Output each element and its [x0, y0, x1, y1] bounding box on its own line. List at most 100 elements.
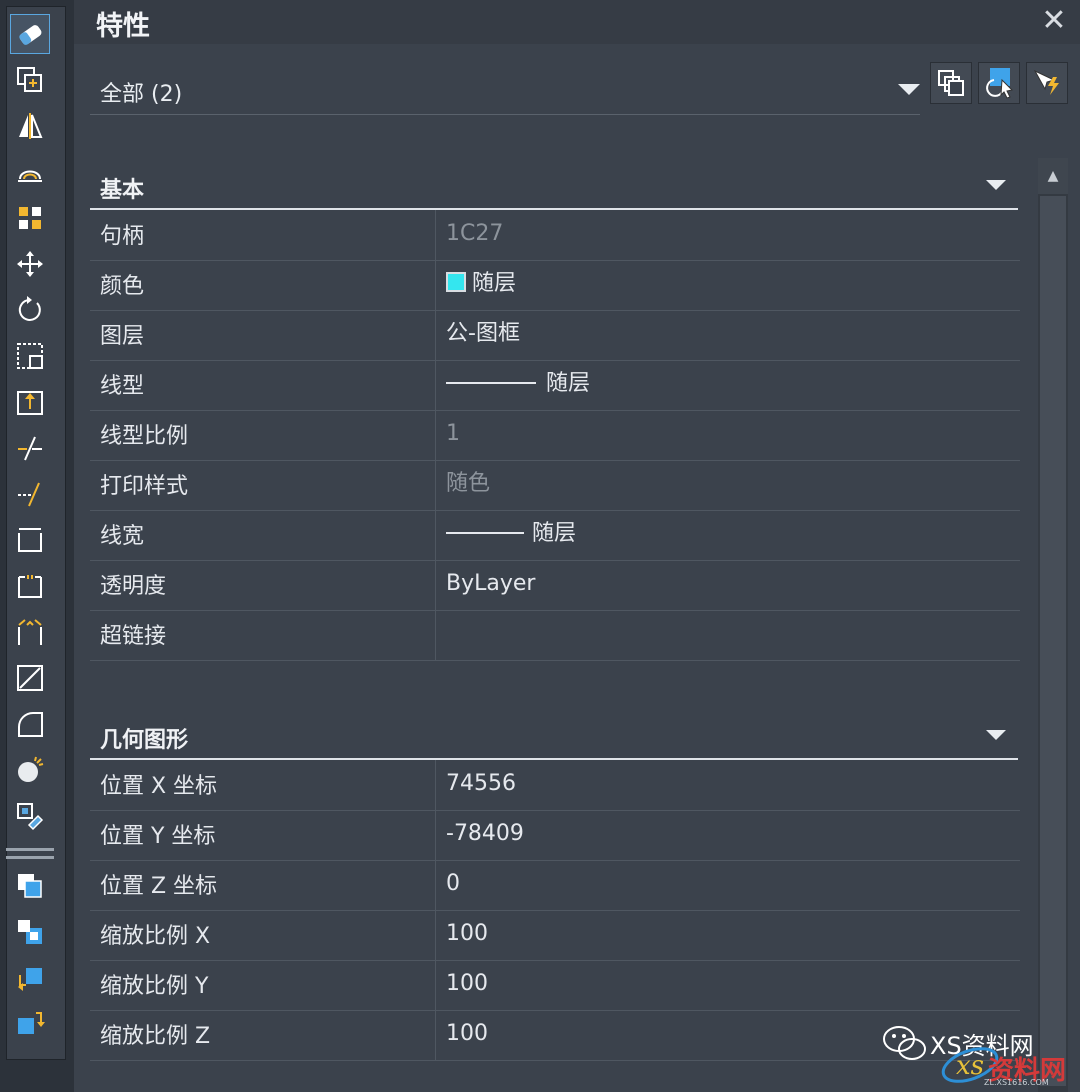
- toolbar-separator: [6, 848, 54, 851]
- property-label: 图层: [90, 310, 436, 360]
- property-label: 透明度: [90, 560, 436, 610]
- quick-select-icon: [1033, 69, 1059, 95]
- bring-to-front-icon[interactable]: [10, 866, 50, 906]
- property-row-scale-x[interactable]: 缩放比例 X 100: [90, 910, 1020, 961]
- offset-icon[interactable]: [10, 152, 50, 192]
- property-value[interactable]: 100: [446, 960, 488, 1010]
- selection-dropdown[interactable]: 全部 (2): [90, 66, 920, 115]
- lineweight-preview: [446, 532, 524, 534]
- property-value: 1C27: [446, 221, 504, 246]
- lineweight-value: 随层: [532, 521, 577, 546]
- close-icon[interactable]: ✕: [1038, 6, 1070, 38]
- property-value[interactable]: 100: [446, 910, 488, 960]
- join-icon[interactable]: [10, 612, 50, 652]
- linetype-value: 随层: [546, 371, 591, 396]
- bring-above-icon[interactable]: [10, 958, 50, 998]
- collapse-caret-icon[interactable]: [986, 180, 1006, 190]
- property-value[interactable]: 100: [446, 1010, 488, 1060]
- erase-icon[interactable]: [10, 14, 50, 54]
- watermark: XS资料网 xs 资料网 ZL.XS1616.COM: [880, 1018, 1076, 1088]
- property-row-hyperlink[interactable]: 超链接: [90, 610, 1020, 661]
- property-value: 随色: [446, 471, 491, 496]
- property-value-linetype[interactable]: 随层: [446, 360, 590, 410]
- wechat-icon: [883, 1026, 926, 1060]
- property-row-linetype[interactable]: 线型 随层: [90, 360, 1020, 411]
- section-geometry-title: 几何图形: [100, 728, 189, 753]
- property-value-lineweight[interactable]: 随层: [446, 510, 576, 560]
- send-to-back-icon[interactable]: [10, 912, 50, 952]
- property-row-position-x[interactable]: 位置 X 坐标 74556: [90, 760, 1020, 811]
- color-value: 随层: [472, 271, 517, 296]
- scale-icon[interactable]: [10, 336, 50, 376]
- properties-panel: 全部 (2) ▲ 基本 句柄 1C27 颜色 随层 图层 公-图框 线型 随层 …: [74, 44, 1080, 1092]
- property-value[interactable]: 公-图框: [446, 310, 520, 360]
- section-basic-title: 基本: [100, 178, 145, 203]
- send-under-icon[interactable]: [10, 1004, 50, 1044]
- property-row-transparency[interactable]: 透明度 ByLayer: [90, 560, 1020, 611]
- explode-icon[interactable]: [10, 750, 50, 790]
- array-icon[interactable]: [10, 198, 50, 238]
- trim-icon[interactable]: [10, 428, 50, 468]
- color-swatch: [446, 272, 466, 292]
- stretch-icon[interactable]: [10, 382, 50, 422]
- edit-block-icon[interactable]: [10, 796, 50, 836]
- property-label: 超链接: [90, 610, 436, 660]
- property-row-scale-y[interactable]: 缩放比例 Y 100: [90, 960, 1020, 1011]
- property-row-position-y[interactable]: 位置 Y 坐标 -78409: [90, 810, 1020, 861]
- property-label: 线宽: [90, 510, 436, 560]
- toolbar-separator: [6, 856, 54, 859]
- selection-value: 全部 (2): [100, 82, 183, 107]
- property-row-layer[interactable]: 图层 公-图框: [90, 310, 1020, 361]
- toggle-pickadd-button[interactable]: [930, 62, 972, 104]
- property-label: 缩放比例 X: [90, 910, 436, 960]
- copy-icon[interactable]: [10, 60, 50, 100]
- property-row-plot-style: 打印样式 随色: [90, 460, 1020, 511]
- rotate-icon[interactable]: [10, 290, 50, 330]
- property-label: 线型比例: [90, 410, 436, 460]
- property-label: 线型: [90, 360, 436, 410]
- property-value[interactable]: -78409: [446, 810, 524, 860]
- section-geometry-header[interactable]: 几何图形: [90, 712, 1018, 760]
- property-label: 缩放比例 Z: [90, 1010, 436, 1060]
- property-row-position-z[interactable]: 位置 Z 坐标 0: [90, 860, 1020, 911]
- property-label: 位置 X 坐标: [90, 760, 436, 810]
- section-basic-header[interactable]: 基本: [90, 162, 1018, 210]
- chevron-down-icon[interactable]: [898, 84, 920, 95]
- select-objects-button[interactable]: [978, 62, 1020, 104]
- property-row-lineweight[interactable]: 线宽 随层: [90, 510, 1020, 561]
- property-label: 打印样式: [90, 460, 436, 510]
- chamfer-icon[interactable]: [10, 658, 50, 698]
- vertical-scrollbar[interactable]: ▲: [1038, 158, 1068, 1092]
- fillet-icon[interactable]: [10, 704, 50, 744]
- property-row-linetype-scale: 线型比例 1: [90, 410, 1020, 461]
- quick-select-button[interactable]: [1026, 62, 1068, 104]
- property-label: 颜色: [90, 260, 436, 310]
- property-value-color[interactable]: 随层: [446, 260, 516, 310]
- scroll-thumb[interactable]: [1040, 196, 1066, 1086]
- extend-icon[interactable]: [10, 474, 50, 514]
- property-row-handle: 句柄 1C27: [90, 210, 1020, 261]
- property-value[interactable]: 0: [446, 860, 460, 910]
- move-icon[interactable]: [10, 244, 50, 284]
- watermark-url: ZL.XS1616.COM: [984, 1078, 1049, 1087]
- panel-titlebar: 特性 ✕: [74, 0, 1080, 44]
- pickadd-icon: [938, 70, 964, 96]
- property-row-color[interactable]: 颜色 随层: [90, 260, 1020, 311]
- property-label: 缩放比例 Y: [90, 960, 436, 1010]
- property-label: 位置 Z 坐标: [90, 860, 436, 910]
- collapse-caret-icon[interactable]: [986, 730, 1006, 740]
- property-label: 句柄: [90, 210, 436, 260]
- property-value[interactable]: 74556: [446, 760, 516, 810]
- break-icon[interactable]: [10, 566, 50, 606]
- break-at-point-icon[interactable]: [10, 520, 50, 560]
- svg-text:xs: xs: [956, 1051, 984, 1081]
- linetype-preview: [446, 382, 536, 384]
- modify-toolbar: [0, 0, 74, 1092]
- property-value[interactable]: ByLayer: [446, 560, 535, 610]
- mirror-icon[interactable]: [10, 106, 50, 146]
- property-value: 1: [446, 421, 460, 446]
- select-objects-icon: [986, 68, 1014, 99]
- property-label: 位置 Y 坐标: [90, 810, 436, 860]
- panel-title: 特性: [96, 11, 150, 42]
- scroll-up-icon[interactable]: ▲: [1038, 158, 1068, 194]
